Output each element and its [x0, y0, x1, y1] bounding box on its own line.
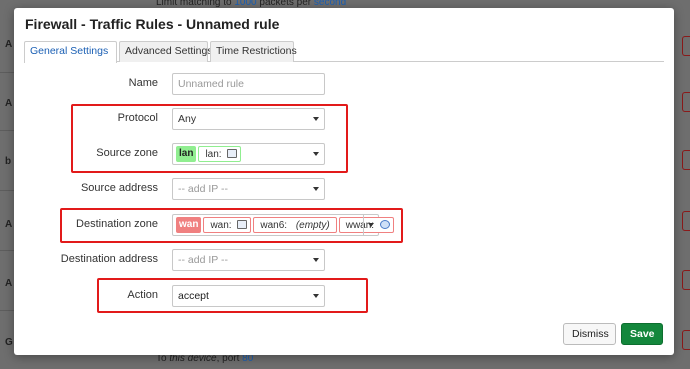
- tab-time-restrictions[interactable]: Time Restrictions: [210, 41, 297, 62]
- chevron-down-icon: [313, 152, 319, 156]
- background-divider: [0, 250, 14, 251]
- destination-zone-row: Destination zone wan wan: wan6: (empty) ww…: [14, 214, 674, 236]
- source-address-row: Source address -- add IP --: [14, 178, 674, 200]
- chevron-down-icon: [313, 187, 319, 191]
- background-button-edge: [682, 270, 690, 290]
- ethernet-icon: [237, 220, 248, 229]
- lan-interface-list: lan:: [198, 146, 242, 162]
- zone-badge-wan: wan: [176, 217, 202, 233]
- interface-wan: wan:: [203, 217, 252, 233]
- source-address-input[interactable]: -- add IP --: [172, 178, 325, 200]
- background-divider: [0, 72, 14, 73]
- chevron-down-icon: [313, 294, 319, 298]
- protocol-select[interactable]: Any: [172, 108, 325, 130]
- interface-wan6: wan6: (empty): [253, 217, 337, 233]
- background-row-letter: A: [5, 219, 13, 230]
- background-limit-text: Limit matching to 1000 packets per secon…: [156, 0, 347, 8]
- background-button-edge: [682, 330, 690, 350]
- background-divider: [0, 310, 14, 311]
- chevron-down-icon: [313, 117, 319, 121]
- wireless-icon: [379, 220, 390, 229]
- chevron-down-icon: [363, 215, 378, 235]
- name-row: Name Unnamed rule: [14, 73, 674, 95]
- destination-address-row: Destination address -- add IP --: [14, 249, 674, 271]
- action-row: Action accept: [14, 285, 674, 307]
- background-row-letter: A: [5, 278, 13, 289]
- background-row-letter: G: [5, 337, 13, 348]
- background-row-letter: b: [5, 156, 12, 167]
- tab-advanced-settings[interactable]: Advanced Settings: [119, 41, 213, 62]
- protocol-row: Protocol Any: [14, 108, 674, 130]
- destination-zone-label: Destination zone: [76, 218, 158, 230]
- destination-address-label: Destination address: [60, 253, 158, 265]
- background-button-edge: [682, 36, 690, 56]
- interface-lan: lan:: [199, 147, 240, 162]
- background-row-letter: A: [5, 39, 13, 50]
- chevron-down-icon: [313, 258, 319, 262]
- destination-zone-select[interactable]: wan wan: wan6: (empty) wwan:: [172, 214, 394, 236]
- tab-bar: General Settings Advanced Settings Time …: [24, 41, 664, 63]
- source-address-label: Source address: [80, 182, 158, 194]
- protocol-label: Protocol: [117, 112, 158, 124]
- background-button-edge: [682, 211, 690, 231]
- name-input[interactable]: Unnamed rule: [172, 73, 325, 95]
- dismiss-button[interactable]: Dismiss: [563, 323, 616, 345]
- background-divider: [0, 190, 14, 191]
- background-row-letter: A: [5, 98, 13, 109]
- save-button[interactable]: Save: [621, 323, 663, 345]
- traffic-rule-dialog: Firewall - Traffic Rules - Unnamed rule …: [14, 8, 674, 355]
- background-button-edge: [682, 92, 690, 112]
- action-select[interactable]: accept: [172, 285, 325, 307]
- zone-badge-lan: lan: [176, 146, 197, 162]
- protocol-value: Any: [178, 113, 197, 125]
- dialog-title: Firewall - Traffic Rules - Unnamed rule: [25, 16, 280, 32]
- network-icon: [227, 149, 238, 158]
- source-zone-row: Source zone lan lan:: [14, 143, 674, 165]
- name-label: Name: [128, 77, 158, 89]
- source-zone-label: Source zone: [96, 147, 158, 159]
- background-divider: [0, 130, 14, 131]
- destination-address-input[interactable]: -- add IP --: [172, 249, 325, 271]
- background-button-edge: [682, 150, 690, 170]
- action-label: Action: [127, 289, 158, 301]
- source-zone-select[interactable]: lan lan:: [172, 143, 325, 165]
- tab-general-settings[interactable]: General Settings: [24, 41, 117, 63]
